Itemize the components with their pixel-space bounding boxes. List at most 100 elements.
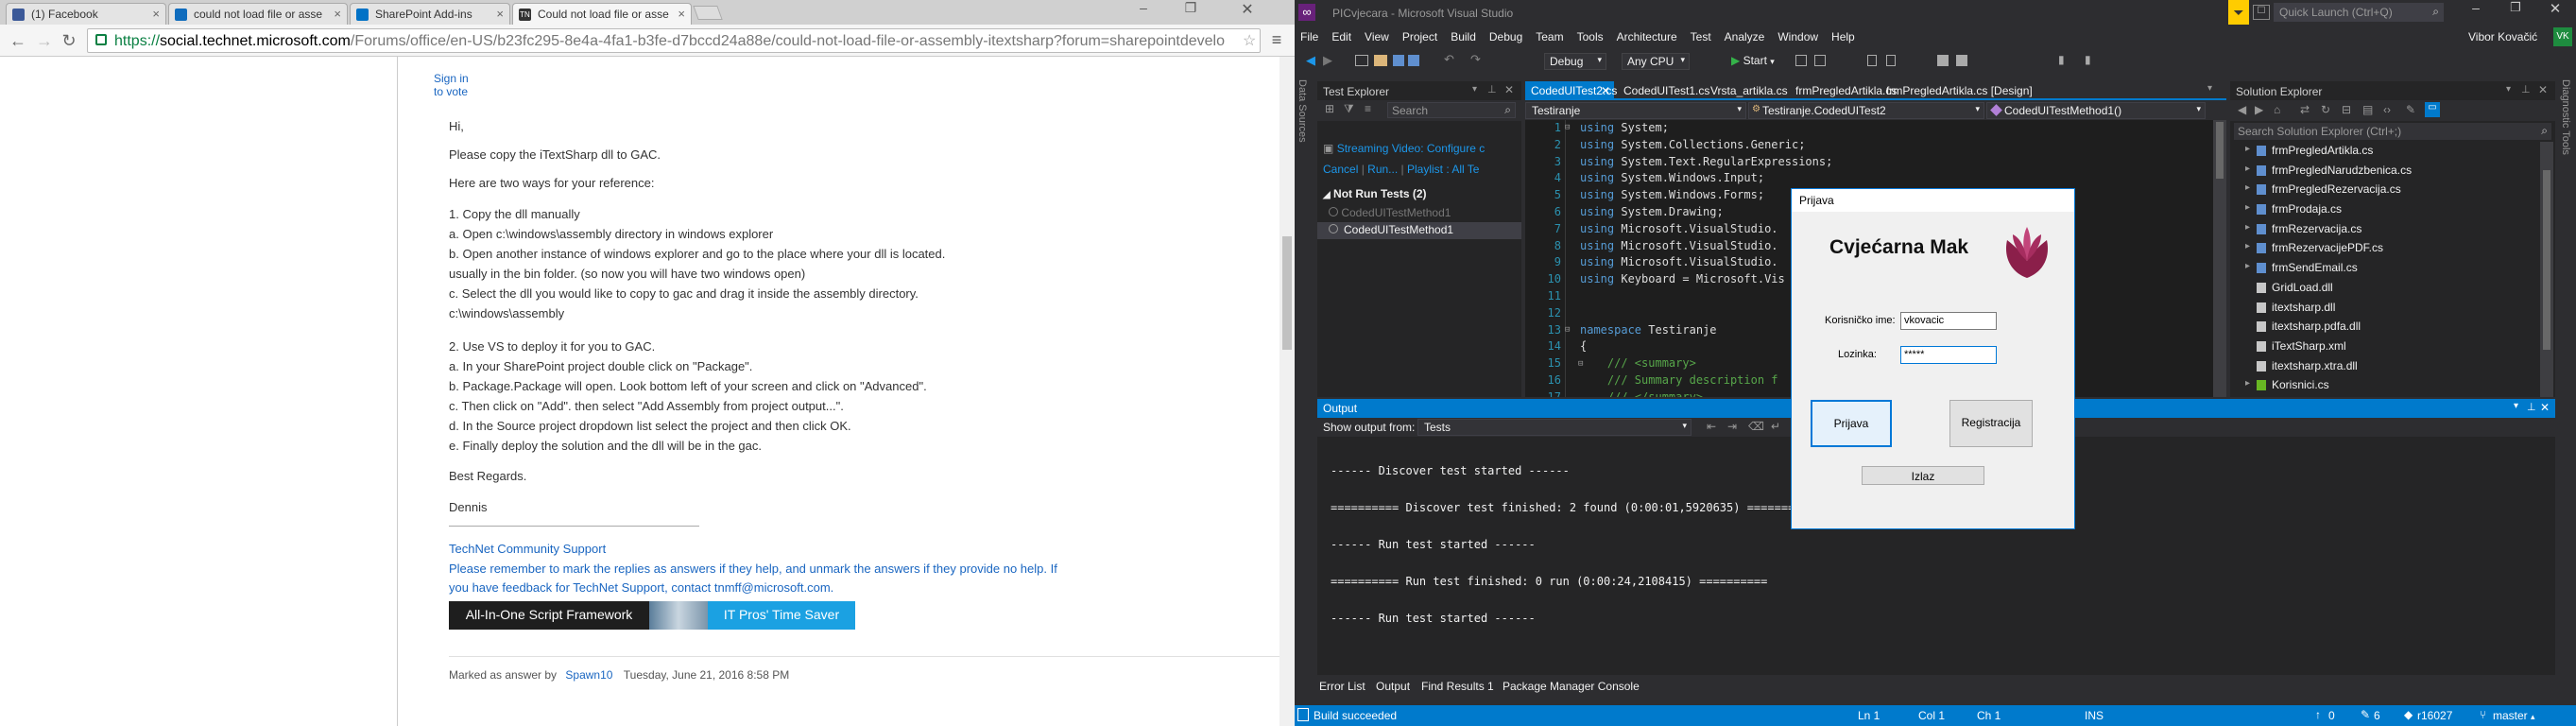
toolbar-icon[interactable]: ⇥ bbox=[1727, 420, 1737, 433]
scrollbar-thumb[interactable] bbox=[1282, 236, 1292, 350]
solution-tree-item[interactable]: ▸ frmProdaja.cs bbox=[2230, 200, 2538, 220]
test-item[interactable]: CodedUITestMethod1 bbox=[1329, 206, 1451, 219]
bookmark-icon[interactable]: ▮ bbox=[2085, 53, 2091, 66]
scrollbar-thumb[interactable] bbox=[2543, 170, 2550, 350]
quick-launch-input[interactable]: Quick Launch (Ctrl+Q) ⌕ bbox=[2274, 3, 2444, 22]
close-icon[interactable]: ✕ bbox=[1601, 84, 1610, 97]
menu-edit[interactable]: Edit bbox=[1331, 30, 1351, 43]
close-icon[interactable]: × bbox=[496, 7, 504, 21]
chevron-right-icon[interactable]: ▸ bbox=[2245, 222, 2250, 233]
bookmark-icon[interactable]: ▮ bbox=[2058, 53, 2065, 66]
config-dropdown[interactable]: Debug ▾ bbox=[1544, 53, 1606, 70]
publish-icon[interactable]: ↑ bbox=[2315, 708, 2321, 721]
menu-team[interactable]: Team bbox=[1536, 30, 1563, 43]
class-dropdown[interactable]: ⚙ Testiranje.CodedUITest2 ▾ bbox=[1748, 102, 1984, 119]
comment-icon[interactable] bbox=[1937, 55, 1949, 66]
reload-icon[interactable]: ↻ bbox=[59, 30, 79, 51]
back-icon[interactable]: ← bbox=[8, 30, 28, 51]
menu-icon[interactable]: ≡ bbox=[1266, 30, 1287, 51]
doc-tab[interactable]: frmPregledArtikla.cs bbox=[1795, 84, 1897, 97]
collapse-icon[interactable]: ⊟ bbox=[1578, 359, 1583, 369]
streaming-video-link[interactable]: ▣ Streaming Video: Configure c bbox=[1323, 142, 1518, 155]
minimize-button[interactable]: – bbox=[1125, 0, 1162, 19]
solution-tree-item[interactable]: itextsharp.xtra.dll bbox=[2230, 357, 2538, 377]
username-input[interactable]: vkovacic bbox=[1900, 312, 1997, 330]
panel-dropdown-icon[interactable]: ▾ bbox=[1472, 84, 1477, 95]
address-bar[interactable]: https://social.technet.microsoft.com/For… bbox=[87, 28, 1261, 53]
not-run-group[interactable]: ◢ Not Run Tests (2) bbox=[1323, 187, 1427, 200]
login-button[interactable]: Prijava bbox=[1811, 400, 1892, 447]
panel-dropdown-icon[interactable]: ▾ bbox=[2514, 401, 2518, 411]
output-source-dropdown[interactable]: Tests ▾ bbox=[1417, 419, 1692, 436]
code-icon[interactable]: ‹› bbox=[2383, 103, 2391, 116]
menu-debug[interactable]: Debug bbox=[1489, 30, 1522, 43]
solution-tree-item[interactable]: itextsharp.dll bbox=[2230, 299, 2538, 319]
close-icon[interactable]: ✕ bbox=[2538, 83, 2548, 96]
save-all-icon[interactable] bbox=[1408, 55, 1419, 66]
forward-icon[interactable]: ▶ bbox=[1323, 53, 1332, 68]
close-window-button[interactable]: ✕ bbox=[1219, 0, 1276, 19]
solution-tree-item[interactable]: ▸ frmRezervacija.cs bbox=[2230, 220, 2538, 240]
open-folder-icon[interactable] bbox=[1374, 55, 1387, 66]
filter-icon[interactable]: ⏷ bbox=[2228, 0, 2249, 25]
repo-icon[interactable]: ◆ bbox=[2404, 708, 2413, 721]
solution-tree-item[interactable]: ▸ frmRezervacijePDF.cs bbox=[2230, 239, 2538, 259]
menu-window[interactable]: Window bbox=[1777, 30, 1818, 43]
filter-icon[interactable]: ⧩ bbox=[1344, 102, 1354, 116]
tab-error-list[interactable]: Error List bbox=[1319, 680, 1365, 693]
sign-in-to-vote[interactable]: Sign in to vote bbox=[434, 72, 469, 98]
playlist-link[interactable]: Playlist : All Te bbox=[1407, 163, 1479, 176]
close-icon[interactable]: ✕ bbox=[2540, 401, 2550, 414]
solution-scrollbar[interactable] bbox=[2540, 142, 2553, 397]
menu-architecture[interactable]: Architecture bbox=[1617, 30, 1677, 43]
chevron-right-icon[interactable]: ▸ bbox=[2245, 144, 2250, 154]
unpublished-count[interactable]: 0 bbox=[2328, 709, 2335, 722]
browser-tab-search[interactable]: could not load file or asse × bbox=[168, 3, 348, 25]
password-input[interactable]: ***** bbox=[1900, 346, 1997, 364]
chevron-right-icon[interactable]: ▸ bbox=[2245, 378, 2250, 389]
time-saver-banner[interactable]: IT Pros' Time Saver bbox=[708, 601, 855, 630]
back-icon[interactable]: ◀ bbox=[1306, 53, 1315, 68]
new-project-icon[interactable] bbox=[1355, 55, 1368, 66]
toolbar-icon[interactable] bbox=[1867, 55, 1877, 66]
menu-tools[interactable]: Tools bbox=[1577, 30, 1604, 43]
close-icon[interactable]: × bbox=[678, 7, 685, 21]
doc-tab-active[interactable]: CodedUITest2.cs ✕ bbox=[1525, 81, 1617, 100]
close-window-button[interactable]: ✕ bbox=[2536, 0, 2574, 21]
exit-button[interactable]: Izlaz bbox=[1862, 466, 1984, 485]
refresh-icon[interactable]: ↻ bbox=[2321, 103, 2330, 116]
pencil-icon[interactable]: ✎ bbox=[2361, 708, 2370, 721]
new-tab-button[interactable] bbox=[693, 6, 723, 20]
properties-icon[interactable]: ✎ bbox=[2406, 103, 2415, 116]
platform-dropdown[interactable]: Any CPU ▾ bbox=[1622, 53, 1690, 70]
cancel-link[interactable]: Cancel bbox=[1323, 163, 1358, 176]
toolbar-icon[interactable] bbox=[1886, 55, 1896, 66]
diagnostic-tools-tab[interactable]: Diagnostic Tools bbox=[2560, 79, 2571, 155]
start-button[interactable]: ▶ Start ▾ bbox=[1731, 54, 1775, 67]
solution-tree-item[interactable]: ▸ frmSendEmail.cs bbox=[2230, 259, 2538, 279]
collapse-icon[interactable]: ⊟ bbox=[1565, 123, 1570, 132]
panel-dropdown-icon[interactable]: ▾ bbox=[2506, 84, 2511, 95]
solution-tree-item[interactable]: ▸ Korisnici.cs bbox=[2230, 376, 2538, 396]
restore-button[interactable]: ❐ bbox=[2497, 0, 2534, 21]
chevron-right-icon[interactable]: ▸ bbox=[2245, 241, 2250, 251]
menu-view[interactable]: View bbox=[1365, 30, 1389, 43]
chevron-right-icon[interactable]: ▸ bbox=[2245, 261, 2250, 271]
tab-dropdown-icon[interactable]: ▾ bbox=[2207, 83, 2212, 94]
toolbar-icon[interactable] bbox=[1814, 55, 1826, 66]
editor-scrollbar[interactable] bbox=[2213, 120, 2226, 397]
show-files-icon[interactable]: ▤ bbox=[2362, 103, 2373, 116]
doc-tab[interactable]: CodedUITest1.cs bbox=[1623, 84, 1709, 97]
solution-tree-item[interactable]: ▸ListClass.cs bbox=[2230, 396, 2538, 397]
register-button[interactable]: Registracija bbox=[1949, 400, 2033, 447]
close-icon[interactable]: ✕ bbox=[1504, 83, 1514, 96]
menu-project[interactable]: Project bbox=[1402, 30, 1437, 43]
menu-analyze[interactable]: Analyze bbox=[1725, 30, 1765, 43]
clear-all-icon[interactable]: ⌫ bbox=[1748, 420, 1764, 433]
test-item-selected[interactable]: CodedUITestMethod1 bbox=[1317, 222, 1521, 239]
support-email-link[interactable]: tnmff@microsoft.com bbox=[714, 580, 831, 595]
collapse-all-icon[interactable]: ⊟ bbox=[2342, 103, 2351, 116]
minimize-button[interactable]: – bbox=[2457, 0, 2495, 21]
preview-icon[interactable]: ▭ bbox=[2425, 102, 2440, 117]
feedback-icon[interactable]: ☐ bbox=[2253, 5, 2270, 20]
